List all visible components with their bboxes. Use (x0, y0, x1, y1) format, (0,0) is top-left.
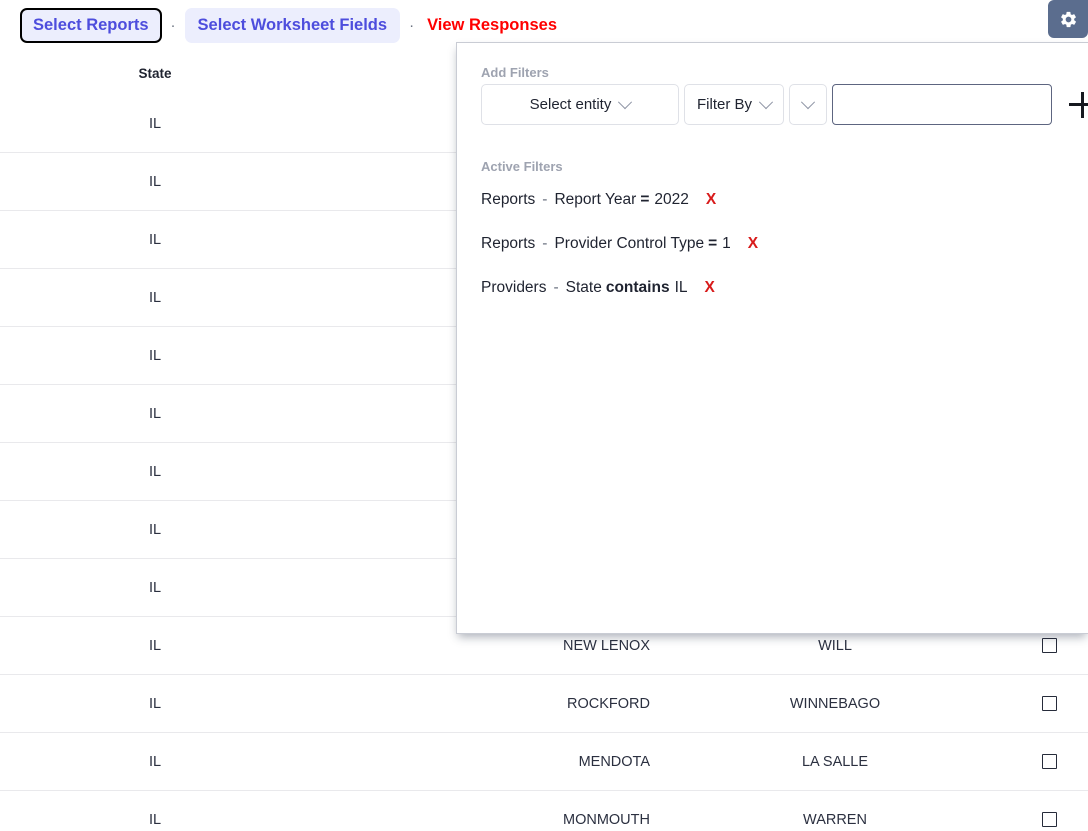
active-filter-separator: - (542, 191, 548, 208)
chevron-down-icon (618, 94, 633, 109)
filter-by-select[interactable]: Filter By (684, 84, 784, 125)
active-filter-operator: contains (605, 279, 670, 296)
view-responses-link[interactable]: View Responses (423, 8, 561, 43)
active-filter-entity: Reports (481, 235, 536, 252)
nav-button-group: Select Reports · Select Worksheet Fields… (20, 8, 561, 43)
filter-by-select-value: Filter By (697, 96, 753, 113)
cell-state: IL (0, 674, 310, 733)
row-checkbox[interactable] (1041, 754, 1057, 770)
active-filter-operator: = (640, 191, 650, 208)
cell-state: IL (0, 790, 310, 831)
column-header-state[interactable]: State (0, 51, 310, 95)
operator-select[interactable] (789, 84, 827, 125)
cell-county: LA SALLE (660, 732, 1010, 791)
active-filter-field: Provider Control Type (554, 235, 705, 252)
active-filter-entity: Reports (481, 191, 536, 208)
cell-state: IL (0, 326, 310, 385)
active-filter-entity: Providers (481, 279, 547, 296)
row-checkbox[interactable] (1041, 812, 1057, 828)
add-filter-icon[interactable] (1069, 91, 1088, 118)
cell-state: IL (0, 384, 310, 443)
settings-gear-button[interactable] (1048, 0, 1088, 38)
active-filter-value: 1 (722, 235, 731, 252)
entity-select[interactable]: Select entity (481, 84, 679, 125)
active-filters-list: Reports - Report Year = 2022 X Reports - Provide… (481, 191, 1068, 323)
remove-filter-button[interactable]: X (706, 191, 716, 209)
chevron-down-icon (800, 94, 816, 109)
active-filter-separator: - (553, 279, 559, 296)
cell-select[interactable] (1010, 674, 1088, 733)
active-filter-row: Reports - Provider Control Type = 1 X (481, 235, 1068, 279)
cell-select[interactable] (1010, 790, 1088, 831)
active-filter-field: State (565, 279, 602, 296)
filter-value-input[interactable] (832, 84, 1052, 125)
remove-filter-button[interactable]: X (705, 279, 715, 297)
active-filter-row: Reports - Report Year = 2022 X (481, 191, 1068, 235)
active-filter-operator: = (708, 235, 718, 252)
row-checkbox[interactable] (1041, 638, 1057, 654)
filter-panel: Add Filters Select entity Filter By Acti… (456, 42, 1088, 634)
cell-city: MENDOTA (310, 732, 660, 791)
nav-separator-1: · (170, 17, 176, 34)
cell-state: IL (0, 442, 310, 501)
add-filters-label: Add Filters (481, 65, 549, 80)
entity-select-value: Select entity (529, 96, 612, 113)
active-filter-field: Report Year (554, 191, 637, 208)
cell-state: IL (0, 732, 310, 791)
cell-county: WARREN (660, 790, 1010, 831)
cell-state: IL (0, 268, 310, 327)
cell-state: IL (0, 500, 310, 559)
active-filter-row: Providers - State contains IL X (481, 279, 1068, 323)
gear-icon (1059, 10, 1078, 29)
active-filters-label: Active Filters (481, 159, 563, 174)
cell-state: IL (0, 558, 310, 617)
select-reports-button[interactable]: Select Reports (20, 8, 162, 43)
nav-separator-2: · (409, 17, 415, 34)
cell-state: IL (0, 152, 310, 211)
active-filter-value: 2022 (654, 191, 689, 208)
row-checkbox[interactable] (1041, 696, 1057, 712)
cell-state: IL (0, 616, 310, 675)
cell-city: ROCKFORD (310, 674, 660, 733)
table-row[interactable]: IL MENDOTA LA SALLE (0, 732, 1088, 791)
select-worksheet-fields-button[interactable]: Select Worksheet Fields (184, 8, 401, 43)
add-filter-controls: Select entity Filter By (481, 84, 1088, 125)
cell-state: IL (0, 210, 310, 269)
active-filter-value: IL (674, 279, 688, 296)
remove-filter-button[interactable]: X (748, 235, 758, 253)
table-row[interactable]: IL ROCKFORD WINNEBAGO (0, 674, 1088, 733)
table-row[interactable]: IL MONMOUTH WARREN (0, 790, 1088, 831)
active-filter-separator: - (542, 235, 548, 252)
chevron-down-icon (758, 94, 774, 109)
cell-county: WINNEBAGO (660, 674, 1010, 733)
cell-city: MONMOUTH (310, 790, 660, 831)
cell-state: IL (0, 95, 310, 153)
cell-select[interactable] (1010, 732, 1088, 791)
